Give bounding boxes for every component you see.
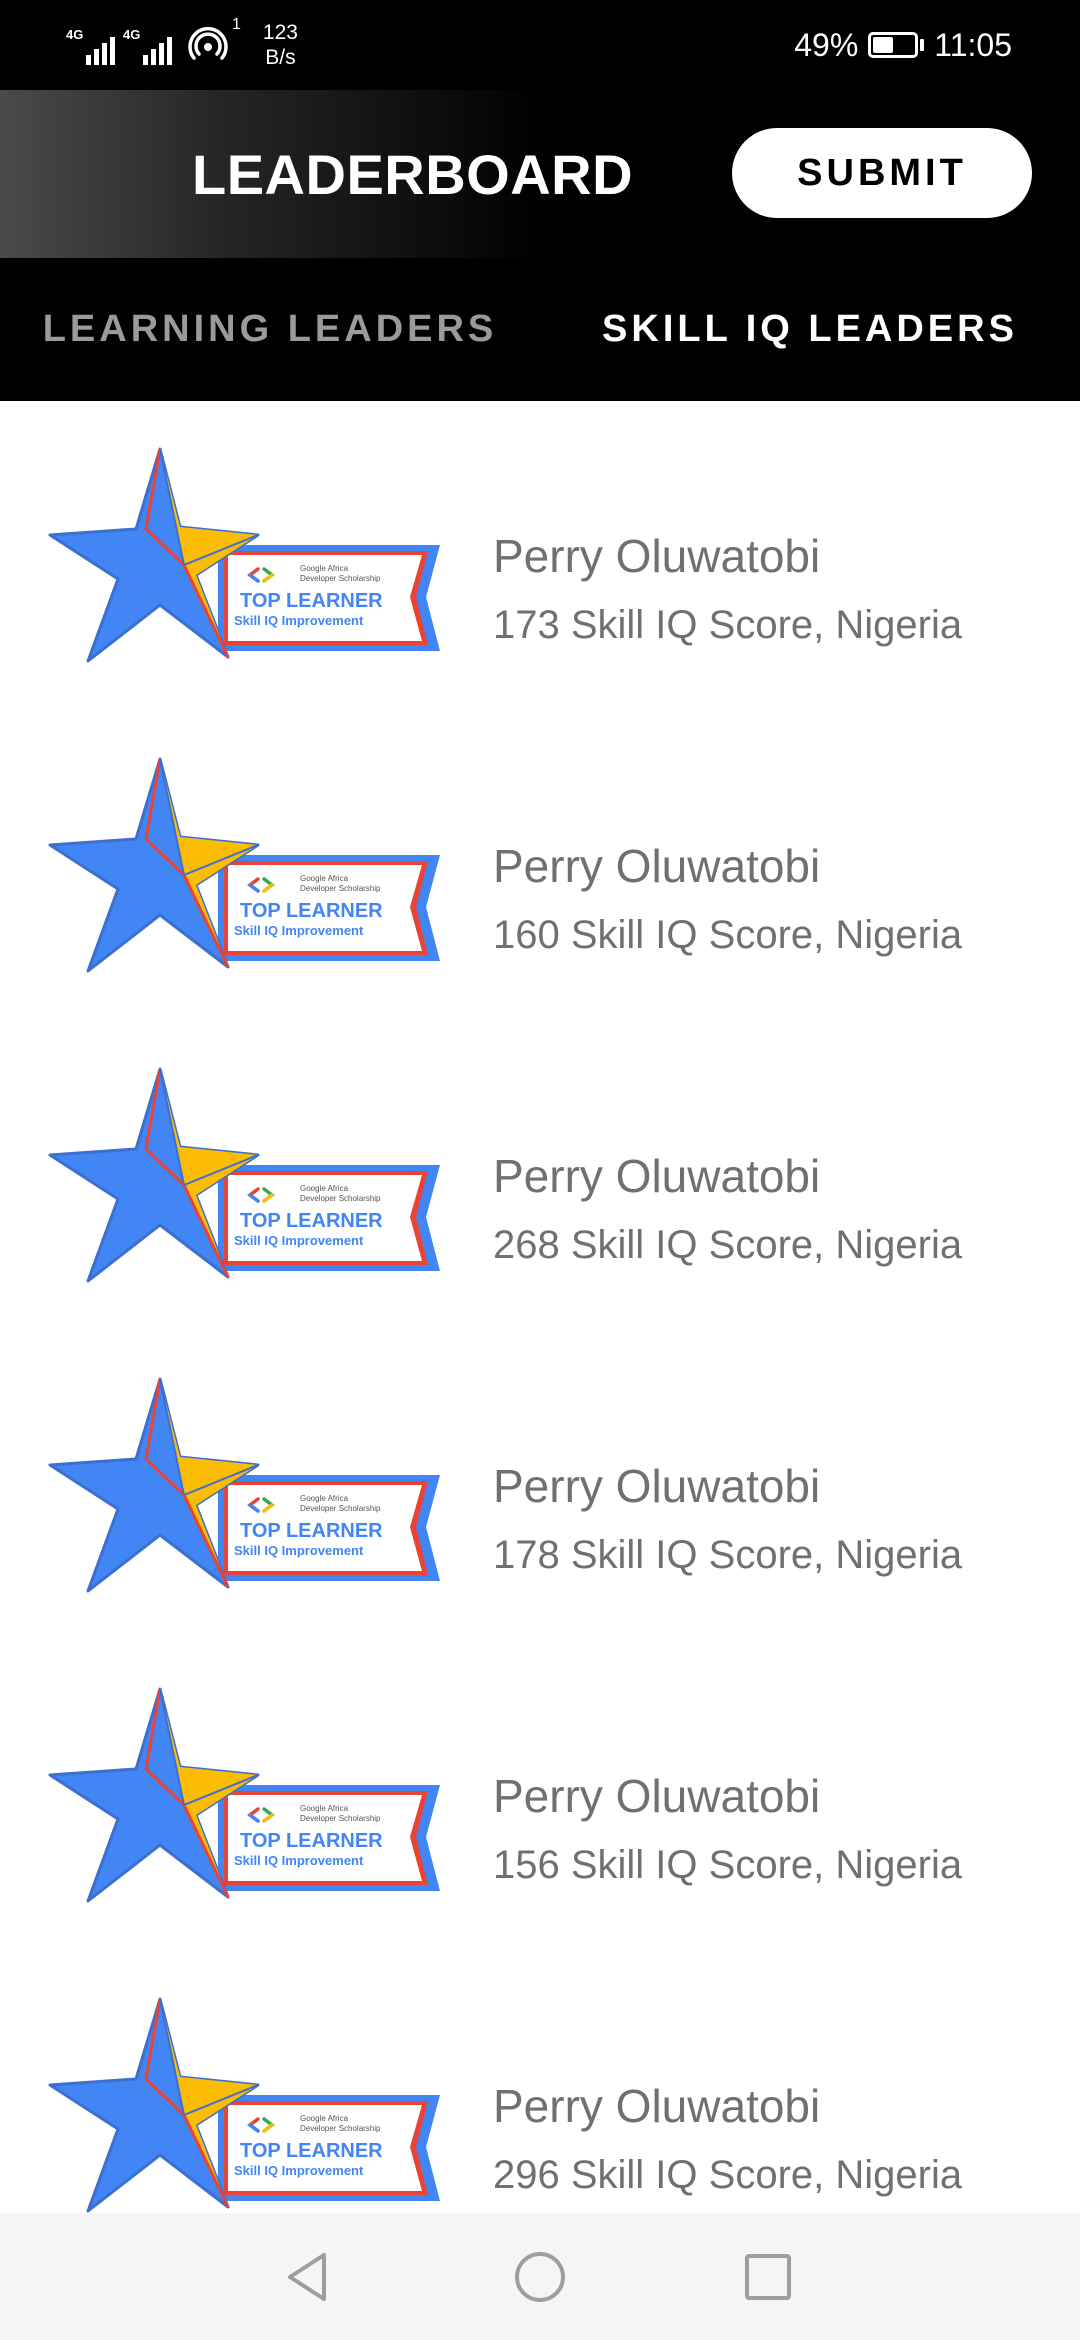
top-learner-badge: Google Africa Developer Scholarship TOP … bbox=[48, 1995, 448, 2213]
leader-name: Perry Oluwatobi bbox=[493, 1460, 821, 1512]
app-screen: 4G 4G 1 123 B/s 49% 11:05 LEADERBOARD SU… bbox=[0, 0, 1080, 2340]
svg-text:Google Africa: Google Africa bbox=[300, 2114, 349, 2123]
page-title: LEADERBOARD bbox=[192, 143, 634, 206]
svg-text:TOP LEARNER: TOP LEARNER bbox=[240, 1830, 383, 1852]
svg-text:Google Africa: Google Africa bbox=[300, 1494, 349, 1503]
status-bar: 4G 4G 1 123 B/s 49% 11:05 bbox=[0, 0, 1080, 90]
app-bar: LEADERBOARD SUBMIT bbox=[0, 90, 1080, 258]
svg-text:TOP LEARNER: TOP LEARNER bbox=[240, 1210, 383, 1232]
leader-score-country: 156 Skill IQ Score, Nigeria bbox=[493, 1843, 963, 1887]
submit-button[interactable]: SUBMIT bbox=[732, 128, 1032, 218]
network-speed-value: 123 bbox=[262, 21, 298, 44]
network-type-label: 4G bbox=[66, 27, 84, 42]
leader-name: Perry Oluwatobi bbox=[493, 1770, 821, 1822]
leader-list-item[interactable]: Google Africa Developer Scholarship TOP … bbox=[0, 1951, 1080, 2213]
top-learner-badge: Google Africa Developer Scholarship TOP … bbox=[48, 445, 448, 665]
top-learner-badge: Google Africa Developer Scholarship TOP … bbox=[48, 1375, 448, 1595]
status-left: 4G 4G 1 123 B/s bbox=[66, 16, 298, 70]
svg-text:Developer Scholarship: Developer Scholarship bbox=[300, 884, 381, 893]
leader-score-country: 268 Skill IQ Score, Nigeria bbox=[493, 1223, 963, 1267]
leader-list-item[interactable]: Google Africa Developer Scholarship TOP … bbox=[0, 1641, 1080, 1951]
clock: 11:05 bbox=[934, 26, 1012, 63]
home-icon[interactable] bbox=[500, 2237, 580, 2317]
svg-text:Google Africa: Google Africa bbox=[300, 874, 349, 883]
leader-name: Perry Oluwatobi bbox=[493, 1150, 821, 1202]
leader-list-item[interactable]: Google Africa Developer Scholarship TOP … bbox=[0, 1021, 1080, 1331]
network-type-label: 4G bbox=[123, 27, 141, 42]
leader-score-country: 160 Skill IQ Score, Nigeria bbox=[493, 913, 963, 957]
top-learner-badge: Google Africa Developer Scholarship TOP … bbox=[48, 1065, 448, 1285]
tab-bar: LEARNING LEADERS SKILL IQ LEADERS bbox=[0, 258, 1080, 401]
svg-text:TOP LEARNER: TOP LEARNER bbox=[240, 590, 383, 612]
hotspot-count: 1 bbox=[232, 16, 241, 33]
svg-text:Skill IQ Improvement: Skill IQ Improvement bbox=[234, 1233, 364, 1248]
top-learner-badge: Google Africa Developer Scholarship TOP … bbox=[48, 755, 448, 975]
tab-skill-iq-leaders[interactable]: SKILL IQ LEADERS bbox=[540, 258, 1080, 401]
hotspot-icon bbox=[188, 27, 228, 60]
leader-name: Perry Oluwatobi bbox=[493, 840, 821, 892]
svg-text:Skill IQ Improvement: Skill IQ Improvement bbox=[234, 2163, 364, 2178]
svg-text:Google Africa: Google Africa bbox=[300, 564, 349, 573]
network-speed: 123 B/s bbox=[263, 20, 298, 70]
svg-text:Developer Scholarship: Developer Scholarship bbox=[300, 2124, 381, 2133]
svg-text:Skill IQ Improvement: Skill IQ Improvement bbox=[234, 1853, 364, 1868]
svg-text:TOP LEARNER: TOP LEARNER bbox=[240, 1520, 383, 1542]
svg-text:Skill IQ Improvement: Skill IQ Improvement bbox=[234, 613, 364, 628]
svg-text:Skill IQ Improvement: Skill IQ Improvement bbox=[234, 1543, 364, 1558]
svg-text:Developer Scholarship: Developer Scholarship bbox=[300, 1504, 381, 1513]
leader-list-item[interactable]: Google Africa Developer Scholarship TOP … bbox=[0, 401, 1080, 711]
back-icon[interactable] bbox=[268, 2237, 348, 2317]
battery-charging-icon bbox=[868, 32, 925, 58]
svg-text:Developer Scholarship: Developer Scholarship bbox=[300, 574, 381, 583]
battery-percent: 49% bbox=[794, 26, 859, 63]
svg-text:TOP LEARNER: TOP LEARNER bbox=[240, 2140, 383, 2162]
network-speed-unit: B/s bbox=[265, 46, 296, 69]
status-right: 49% 11:05 bbox=[794, 20, 1012, 70]
tab-indicator bbox=[0, 380, 540, 401]
svg-text:Google Africa: Google Africa bbox=[300, 1804, 349, 1813]
signal-icon: 4G bbox=[66, 25, 115, 65]
leader-score-country: 173 Skill IQ Score, Nigeria bbox=[493, 603, 963, 647]
recents-icon[interactable] bbox=[728, 2237, 808, 2317]
leader-score-country: 296 Skill IQ Score, Nigeria bbox=[493, 2153, 963, 2197]
leader-name: Perry Oluwatobi bbox=[493, 2080, 821, 2132]
signal-icon: 4G bbox=[123, 25, 172, 65]
leader-list-item[interactable]: Google Africa Developer Scholarship TOP … bbox=[0, 711, 1080, 1021]
leaders-list[interactable]: Google Africa Developer Scholarship TOP … bbox=[0, 401, 1080, 2213]
leader-list-item[interactable]: Google Africa Developer Scholarship TOP … bbox=[0, 1331, 1080, 1641]
svg-text:Google Africa: Google Africa bbox=[300, 1184, 349, 1193]
navigation-bar bbox=[0, 2213, 1080, 2340]
svg-text:TOP LEARNER: TOP LEARNER bbox=[240, 900, 383, 922]
top-learner-badge: Google Africa Developer Scholarship TOP … bbox=[48, 1685, 448, 1905]
svg-text:Developer Scholarship: Developer Scholarship bbox=[300, 1814, 381, 1823]
leader-score-country: 178 Skill IQ Score, Nigeria bbox=[493, 1533, 963, 1577]
leader-name: Perry Oluwatobi bbox=[493, 530, 821, 582]
svg-text:Skill IQ Improvement: Skill IQ Improvement bbox=[234, 923, 364, 938]
svg-text:Developer Scholarship: Developer Scholarship bbox=[300, 1194, 381, 1203]
